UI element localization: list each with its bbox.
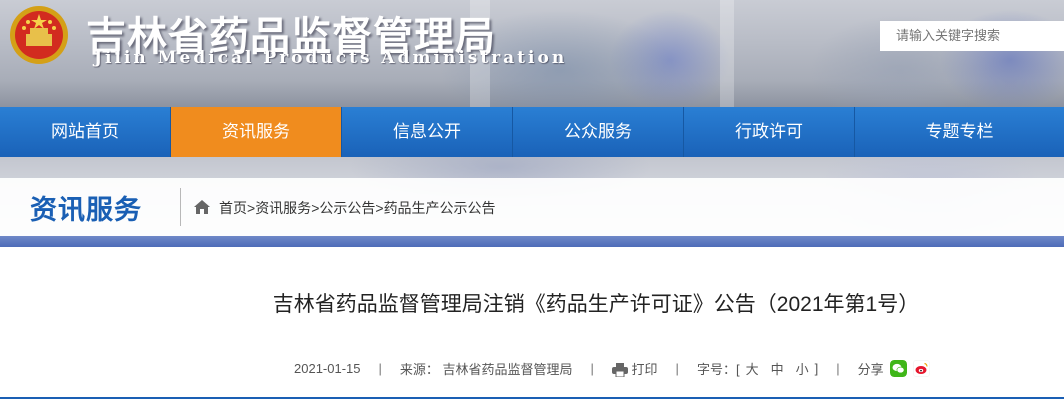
font-size-close: ] [814,360,819,376]
font-size-medium-button[interactable]: 中 [771,359,784,378]
article-title: 吉林省药品监督管理局注销《药品生产许可证》公告（2021年第1号） [272,293,920,316]
breadcrumb-separator: > [247,200,256,216]
search-input[interactable] [880,21,1064,51]
divider [180,188,181,226]
article-meta: 2021-01-15 | 来源： 吉林省药品监督管理局 | 打印 | 字号：[ … [294,358,930,378]
home-icon [194,200,210,214]
breadcrumb-announcements[interactable]: 公示公告 [319,200,375,216]
section-divider-bar [0,236,1064,247]
nav-item-admin-license[interactable]: 行政许可 [684,107,855,157]
breadcrumb-current[interactable]: 药品生产公示公告 [384,200,496,216]
nav-item-public-services[interactable]: 公众服务 [513,107,684,157]
site-header: 吉林省药品监督管理局 Jilin Medical Products Admini… [0,0,1064,107]
site-subtitle: Jilin Medical Products Administration [94,48,568,68]
article-source: 来源： 吉林省药品监督管理局 [399,361,573,377]
print-label: 打印 [631,361,658,377]
wechat-share-icon[interactable] [889,359,907,377]
weibo-share-icon[interactable] [912,359,930,377]
bottom-divider [0,397,1064,399]
meta-divider: | [675,360,679,376]
section-panel: 资讯服务 首页>资讯服务>公示公告>药品生产公示公告 [0,178,1064,236]
font-size-large-button[interactable]: 大 [746,359,759,378]
font-size-label: 字号：[ [696,361,740,377]
header-decoration [720,0,734,107]
printer-icon [611,363,628,378]
breadcrumb-separator: > [375,200,384,216]
nav-item-home[interactable]: 网站首页 [0,107,171,157]
breadcrumb: 首页>资讯服务>公示公告>药品生产公示公告 [219,198,496,218]
nav-item-info-services[interactable]: 资讯服务 [171,107,342,157]
meta-divider: | [836,360,840,376]
publish-date: 2021-01-15 [294,360,361,376]
section-title: 资讯服务 [30,195,142,225]
breadcrumb-home[interactable]: 首页 [219,200,247,216]
national-emblem-icon [10,6,68,64]
breadcrumb-info-services[interactable]: 资讯服务 [255,200,311,216]
share-label: 分享 [857,361,884,377]
nav-item-special-topics[interactable]: 专题专栏 [855,107,1064,157]
nav-item-public-info[interactable]: 信息公开 [342,107,513,157]
font-size-small-button[interactable]: 小 [796,359,809,378]
meta-divider: | [590,360,594,376]
main-nav: 网站首页 资讯服务 信息公开 公众服务 行政许可 专题专栏 [0,107,1064,157]
meta-divider: | [378,360,382,376]
print-button[interactable]: 打印 [611,359,658,378]
